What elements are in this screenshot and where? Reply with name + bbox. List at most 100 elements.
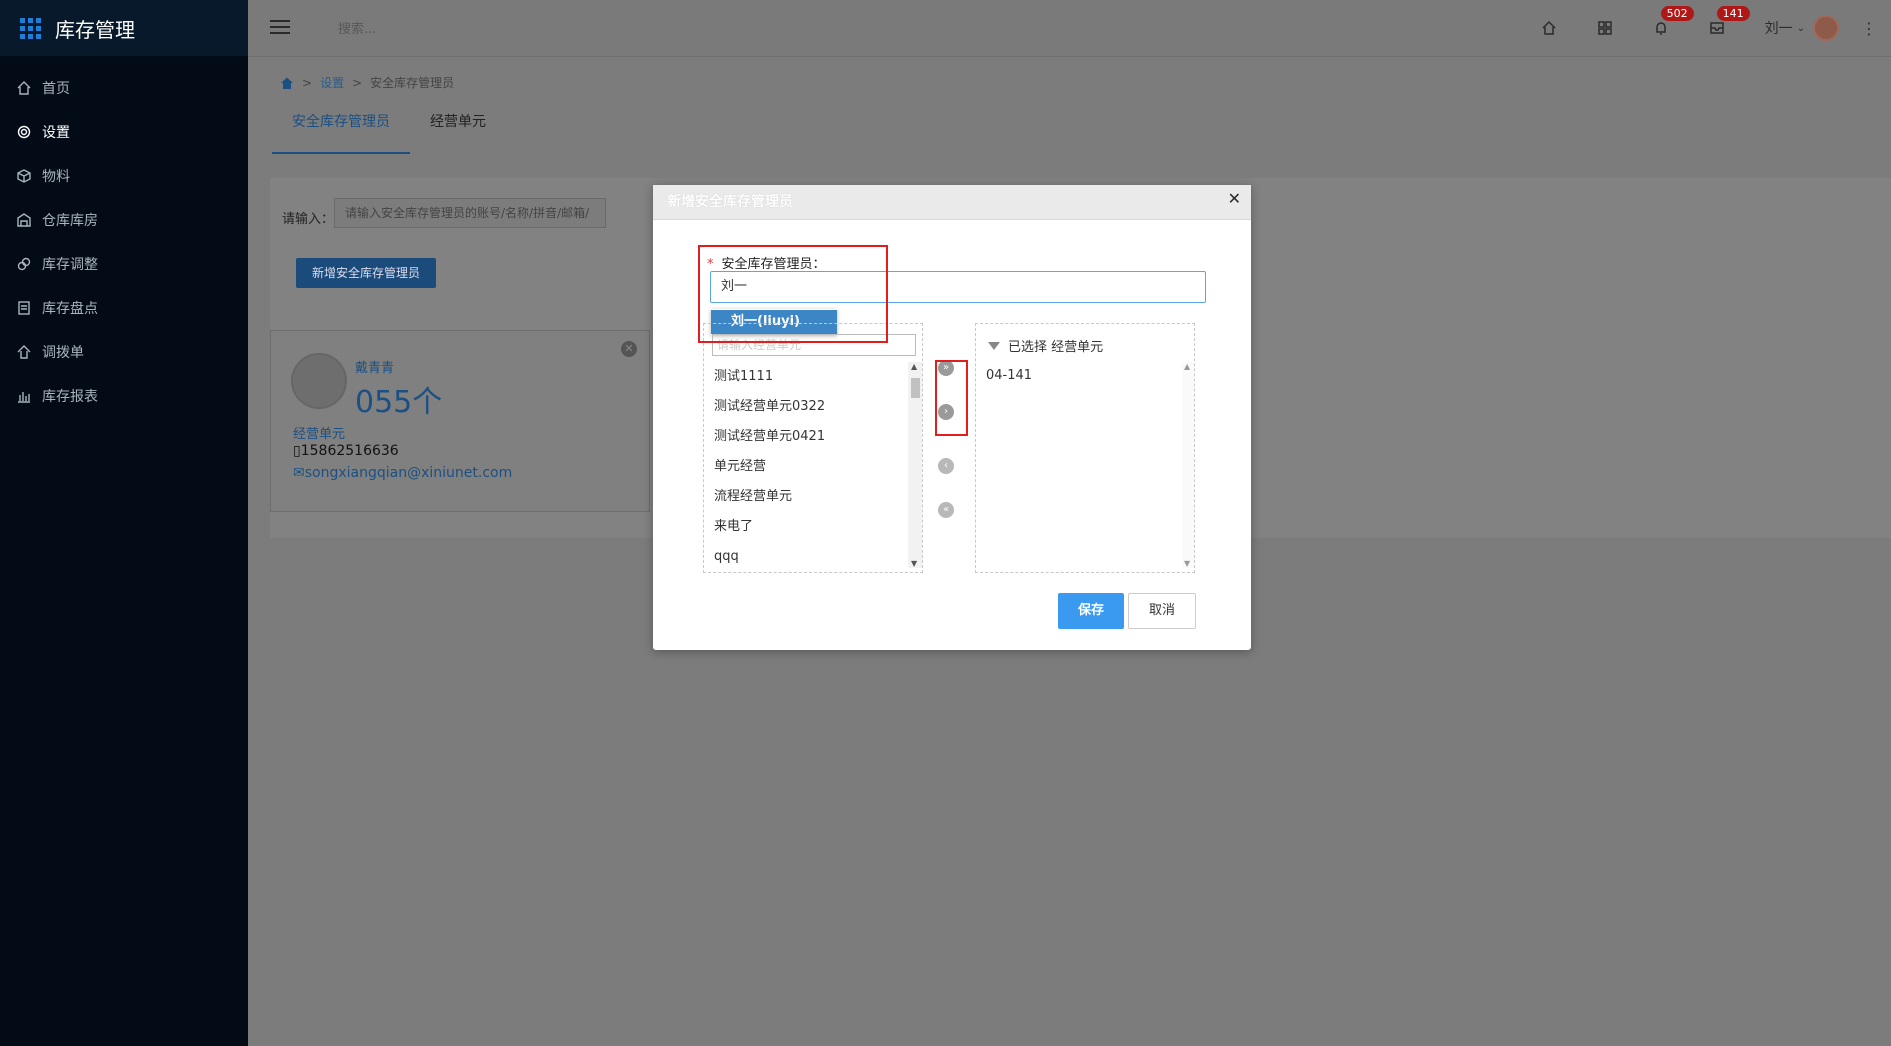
close-icon[interactable]: ✕ — [1228, 189, 1241, 208]
list-item[interactable]: 流程经营单元 — [704, 482, 904, 512]
sidebar-item-reports[interactable]: 库存报表 — [0, 374, 248, 418]
sidebar-item-materials[interactable]: 物料 — [0, 154, 248, 198]
gear-icon — [16, 124, 32, 140]
list-item[interactable]: 单元经营 — [704, 452, 904, 482]
sidebar-item-adjust[interactable]: 库存调整 — [0, 242, 248, 286]
sidebar-item-settings[interactable]: 设置 — [0, 110, 248, 154]
chevron-down-icon: ⌄ — [1796, 22, 1805, 34]
app-title: 库存管理 — [55, 17, 135, 42]
sidebar-item-label: 物料 — [42, 169, 70, 185]
phone-number: 15862516636 — [300, 443, 399, 459]
selected-title-text: 已选择 经营单元 — [1008, 340, 1104, 355]
breadcrumb-separator: > — [302, 75, 313, 90]
sidebar-item-inventory-check[interactable]: 库存盘点 — [0, 286, 248, 330]
available-items: 测试1111 测试经营单元0322 测试经营单元0421 单元经营 流程经营单元… — [704, 362, 904, 572]
home-icon — [16, 80, 32, 96]
unit-filter-input[interactable]: 请输入经营单元 — [712, 334, 916, 356]
manager-card[interactable]: 戴青青 055个 经营单元 ▯15862516636 ✉songxiangqia… — [270, 330, 650, 512]
mail-icon — [1709, 22, 1724, 34]
query-label: 请输入： — [282, 212, 335, 227]
app-grid-icon — [20, 17, 41, 39]
box-icon — [16, 168, 32, 184]
tab-safety-stock-managers[interactable]: 安全库存管理员 — [272, 98, 410, 154]
sidebar-item-warehouse[interactable]: 仓库库房 — [0, 198, 248, 242]
list-item[interactable]: 来电了 — [704, 512, 904, 542]
unit-label: 经营单元 — [293, 427, 346, 442]
avatar — [291, 353, 347, 409]
sidebar-item-label: 调拨单 — [42, 345, 84, 361]
bar-chart-icon — [16, 388, 32, 404]
warehouse-icon — [16, 212, 32, 228]
query-input[interactable]: 请输入安全库存管理员的账号/名称/拼音/邮箱/ — [334, 198, 606, 228]
list-item[interactable]: 测试经营单元0421 — [704, 422, 904, 452]
avatar — [1813, 15, 1839, 41]
required-marker: * — [707, 257, 714, 272]
more-vertical-icon[interactable]: ⋮ — [1861, 19, 1877, 38]
message-badge: 141 — [1716, 6, 1750, 21]
home-button[interactable] — [1521, 0, 1577, 56]
bell-icon — [1655, 22, 1666, 35]
scroll-up-icon[interactable]: ▲ — [911, 362, 917, 371]
adjust-icon — [16, 256, 32, 272]
user-menu[interactable]: 刘一 ⌄ — [1765, 15, 1839, 41]
list-item[interactable]: 测试经营单元0322 — [704, 392, 904, 422]
manager-field-label-text: 安全库存管理员： — [721, 257, 826, 272]
selected-item[interactable]: 04-141 — [986, 368, 1032, 383]
sidebar-menu: 首页 设置 物料 仓库库房 库存调整 库存盘点 调拨单 库存报表 — [0, 66, 248, 418]
scroll-down-icon[interactable]: ▼ — [1184, 559, 1190, 568]
manager-input[interactable]: 刘一 — [710, 271, 1206, 303]
sidebar-item-transfer[interactable]: 调拨单 — [0, 330, 248, 374]
email-address[interactable]: songxiangqian@xiniunet.com — [305, 465, 513, 481]
scroll-up-icon[interactable]: ▲ — [1184, 362, 1190, 371]
apps-button[interactable] — [1577, 0, 1633, 56]
manager-field-label: * 安全库存管理员： — [707, 253, 826, 272]
manager-name[interactable]: 戴青青 — [355, 357, 394, 376]
dialog-title: 新增安全库存管理员 — [653, 185, 1251, 220]
list-item[interactable]: qqq — [704, 542, 904, 572]
menu-toggle-icon[interactable] — [270, 16, 290, 36]
phone-row: ▯15862516636 — [293, 443, 399, 459]
save-button[interactable]: 保存 — [1058, 593, 1124, 629]
add-manager-dialog: 新增安全库存管理员 ✕ * 安全库存管理员： 刘一 刘一(liuyi) 请输入经营… — [653, 185, 1251, 650]
list-item[interactable]: 测试1111 — [704, 362, 904, 392]
list-scrollbar[interactable]: ▲ ▼ — [908, 362, 922, 568]
sidebar-item-label: 仓库库房 — [42, 213, 98, 229]
sidebar-item-label: 库存报表 — [42, 389, 98, 405]
breadcrumb-separator: > — [352, 75, 363, 90]
search-input[interactable]: 搜索... — [338, 18, 376, 37]
user-name: 刘一 — [1764, 21, 1793, 37]
sidebar-item-label: 库存调整 — [42, 257, 98, 273]
available-units-list: 请输入经营单元 测试1111 测试经营单元0322 测试经营单元0421 单元经… — [703, 323, 923, 573]
grid-icon — [1597, 21, 1612, 35]
tabs: 安全库存管理员 经营单元 — [272, 98, 506, 154]
tab-business-units[interactable]: 经营单元 — [410, 98, 506, 152]
move-left-icon[interactable]: ‹ — [938, 458, 954, 474]
move-all-right-icon[interactable]: » — [938, 360, 954, 376]
app-brand[interactable]: 库存管理 — [0, 0, 248, 56]
collapse-triangle-icon[interactable] — [988, 341, 1000, 350]
home-icon[interactable] — [280, 77, 294, 89]
scrollbar-thumb[interactable] — [911, 378, 920, 398]
sidebar-item-home[interactable]: 首页 — [0, 66, 248, 110]
email-row: ✉songxiangqian@xiniunet.com — [293, 465, 512, 481]
move-right-icon[interactable]: › — [938, 404, 954, 420]
add-manager-button[interactable]: 新增安全库存管理员 — [296, 258, 437, 288]
transfer-icon — [16, 344, 32, 360]
breadcrumb: > 设置 > 安全库存管理员 — [280, 74, 454, 91]
sidebar-item-label: 首页 — [42, 81, 70, 97]
notification-button[interactable]: 502 — [1633, 0, 1694, 56]
phone-icon: ▯ — [293, 443, 301, 459]
remove-card-icon[interactable]: ✕ — [621, 341, 637, 357]
cancel-button[interactable]: 取消 — [1128, 593, 1196, 629]
home-icon — [1542, 20, 1556, 35]
selected-units-list: 已选择 经营单元 04-141 ▲ ▼ — [975, 323, 1195, 573]
topbar-actions: 502 141 刘一 ⌄ ⋮ — [1521, 0, 1891, 56]
topbar: 搜索... 502 141 刘一 ⌄ ⋮ — [248, 0, 1891, 57]
move-all-left-icon[interactable]: « — [938, 502, 954, 518]
sidebar-item-label: 库存盘点 — [42, 301, 98, 317]
scroll-down-icon[interactable]: ▼ — [911, 559, 917, 568]
message-button[interactable]: 141 — [1689, 0, 1750, 56]
breadcrumb-settings[interactable]: 设置 — [320, 74, 344, 91]
sidebar-item-label: 设置 — [42, 125, 70, 141]
selected-scrollbar[interactable]: ▲ ▼ — [1182, 362, 1194, 568]
